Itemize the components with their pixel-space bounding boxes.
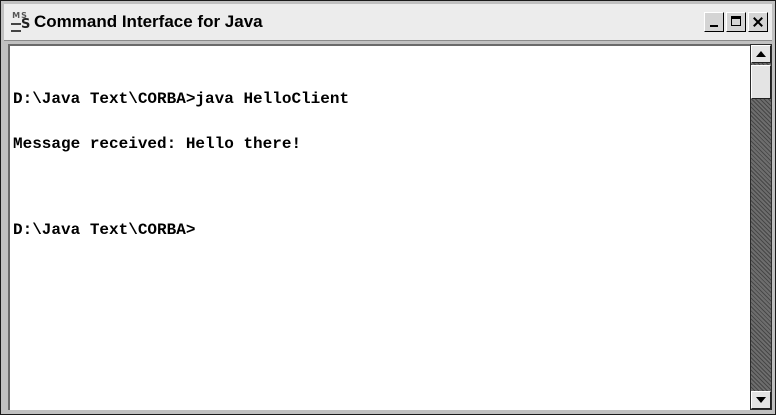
console-line: Message received: Hello there! bbox=[13, 135, 302, 153]
scroll-up-arrow-icon[interactable] bbox=[751, 45, 771, 63]
minimize-icon[interactable] bbox=[704, 12, 724, 32]
command-window: MS S Command Interface for Java D:\Java … bbox=[0, 0, 776, 415]
scrollbar-thumb[interactable] bbox=[751, 65, 771, 99]
ms-dos-icon[interactable]: MS S bbox=[10, 11, 30, 33]
window-title: Command Interface for Java bbox=[34, 12, 263, 31]
window-controls bbox=[704, 12, 768, 34]
maximize-icon[interactable] bbox=[726, 12, 746, 32]
console-output[interactable]: D:\Java Text\CORBA>java HelloClient Mess… bbox=[8, 44, 750, 410]
console-prompt: D:\Java Text\CORBA> bbox=[13, 221, 196, 239]
vertical-scrollbar[interactable] bbox=[750, 44, 772, 410]
title-bar[interactable]: MS S Command Interface for Java bbox=[4, 4, 772, 41]
console-line: D:\Java Text\CORBA>java HelloClient bbox=[13, 90, 350, 108]
console-text: D:\Java Text\CORBA>java HelloClient Mess… bbox=[13, 62, 349, 268]
scroll-down-arrow-icon[interactable] bbox=[751, 391, 771, 409]
close-icon[interactable] bbox=[748, 12, 768, 32]
